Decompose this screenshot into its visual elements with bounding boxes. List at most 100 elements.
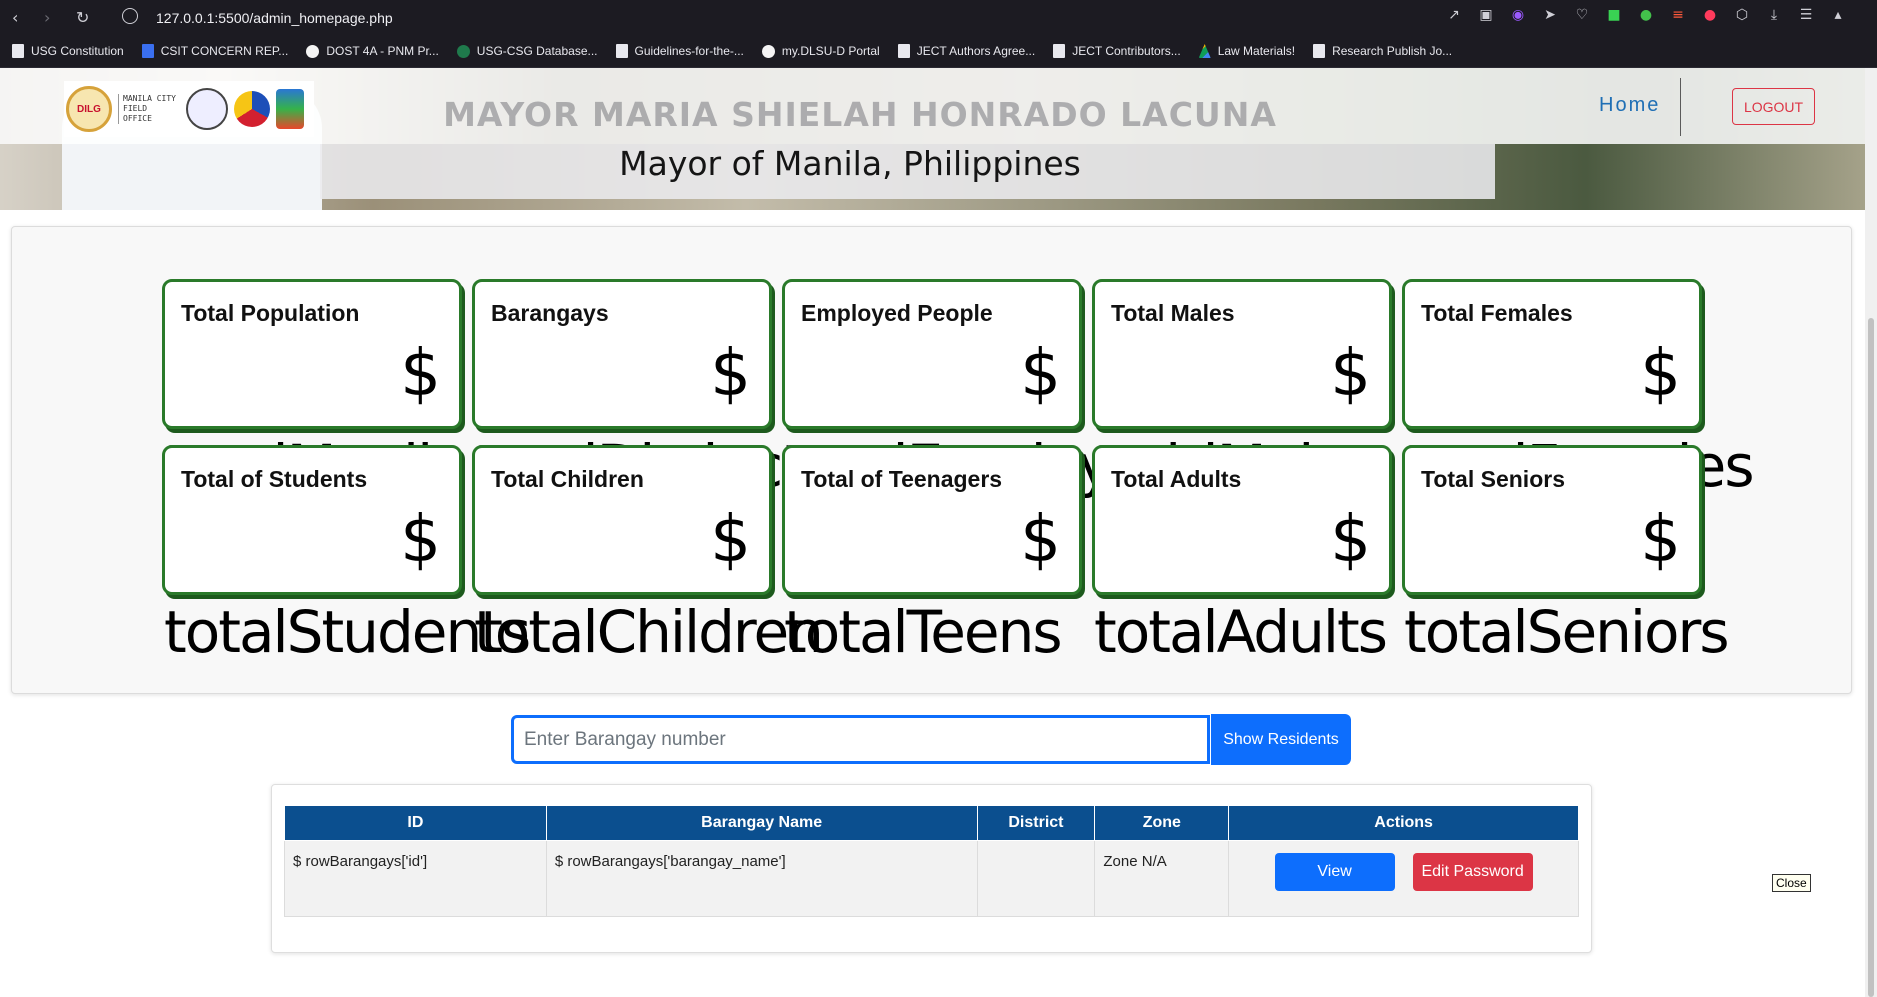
- google-icon: [306, 44, 320, 58]
- stat-card-title: Total Adults: [1111, 466, 1242, 492]
- bookmark-ject-contributors[interactable]: JECT Contributors...: [1053, 44, 1181, 58]
- bookmark-dlsu-portal[interactable]: my.DLSU-D Portal: [761, 44, 880, 58]
- account-icon[interactable]: ▴: [1829, 7, 1847, 23]
- portal-icon: [761, 44, 775, 58]
- cell-district: [976, 840, 1096, 917]
- stat-card-title: Barangays: [491, 300, 609, 326]
- stat-card-total-students: Total of Students $: [162, 445, 462, 595]
- stat-card-title: Employed People: [801, 300, 993, 326]
- stat-card-total-children: Total Children $: [472, 445, 772, 595]
- stat-card-total-males: Total Males $: [1092, 279, 1392, 429]
- scrollbar-thumb[interactable]: [1868, 318, 1874, 997]
- forward-icon[interactable]: ›: [44, 8, 50, 27]
- screenshot-icon[interactable]: ▣: [1477, 7, 1495, 23]
- cube-icon[interactable]: ⬡: [1733, 7, 1751, 23]
- stat-card-value: $: [1330, 337, 1371, 411]
- stat-card-title: Total Population: [181, 300, 360, 326]
- close-tooltip[interactable]: Close: [1772, 874, 1811, 892]
- shield-icon[interactable]: ◉: [1509, 7, 1527, 23]
- manila-seal-logo: [186, 88, 228, 130]
- table-header-row: ID Barangay Name District Zone Actions: [284, 805, 1579, 841]
- stat-card-title: Total Seniors: [1421, 466, 1565, 492]
- barangay-table: ID Barangay Name District Zone Actions $…: [284, 805, 1579, 917]
- browser-toolbar: ‹ › ↻ 127.0.0.1:5500/admin_homepage.php …: [0, 0, 1877, 35]
- document-icon: [12, 44, 24, 58]
- dilg-logo: DILG: [66, 86, 112, 132]
- form-icon: [141, 44, 154, 58]
- stat-var-total-teens: totalTeens: [784, 598, 1063, 666]
- record-icon[interactable]: ●: [1701, 7, 1719, 23]
- extension-icon[interactable]: ●: [1637, 7, 1655, 23]
- document-icon: [615, 44, 628, 58]
- column-header-district: District: [976, 805, 1096, 841]
- heart-icon[interactable]: ♡: [1573, 7, 1591, 23]
- navbar-divider: [1680, 78, 1681, 136]
- reload-icon[interactable]: ↻: [76, 8, 89, 27]
- stat-card-value: $: [1640, 503, 1681, 577]
- stat-card-total-population: Total Population $: [162, 279, 462, 429]
- bookmark-research-publish[interactable]: Research Publish Jo...: [1313, 44, 1452, 58]
- bookmarks-bar: USG Constitution CSIT CONCERN REP... DOS…: [0, 35, 1877, 68]
- logout-button[interactable]: LOGOUT: [1732, 88, 1815, 125]
- stat-card-title: Total Males: [1111, 300, 1235, 326]
- stat-card-title: Total of Students: [181, 466, 368, 492]
- barangay-search-input[interactable]: [511, 715, 1210, 764]
- stat-card-total-teenagers: Total of Teenagers $: [782, 445, 1082, 595]
- cell-actions: View Edit Password: [1228, 840, 1579, 917]
- stat-card-total-females: Total Females $: [1402, 279, 1702, 429]
- column-header-id: ID: [284, 805, 547, 841]
- site-info-icon[interactable]: [122, 8, 138, 24]
- download-icon[interactable]: ⤓: [1765, 7, 1783, 23]
- send-icon[interactable]: ➤: [1541, 7, 1559, 23]
- bookmark-csit-concern[interactable]: CSIT CONCERN REP...: [141, 44, 288, 58]
- bookmark-dost[interactable]: DOST 4A - PNM Pr...: [306, 44, 439, 58]
- address-bar[interactable]: 127.0.0.1:5500/admin_homepage.php: [156, 10, 393, 26]
- stat-card-total-seniors: Total Seniors $: [1402, 445, 1702, 595]
- document-icon: [1313, 44, 1326, 58]
- wifi-icon[interactable]: ≡: [1669, 7, 1687, 23]
- toolbar-icons: ↗ ▣ ◉ ➤ ♡ ■ ● ≡ ● ⬡ ⤓ ☰ ▴: [1445, 7, 1847, 23]
- stat-card-title: Total of Teenagers: [801, 466, 1003, 492]
- stat-card-employed-people: Employed People $: [782, 279, 1082, 429]
- banner-subtitle: Mayor of Manila, Philippines: [619, 144, 1081, 183]
- bookmark-usg-constitution[interactable]: USG Constitution: [12, 44, 124, 58]
- pen-icon[interactable]: ■: [1605, 7, 1623, 23]
- lgrc-logo: [276, 89, 304, 129]
- stat-card-title: Total Children: [491, 466, 644, 492]
- edit-password-button[interactable]: Edit Password: [1412, 853, 1533, 891]
- stat-card-barangays: Barangays $: [472, 279, 772, 429]
- bookmark-ject-authors[interactable]: JECT Authors Agree...: [897, 44, 1035, 58]
- bookmark-usg-csg-database[interactable]: USG-CSG Database...: [456, 44, 598, 58]
- menu-icon[interactable]: ☰: [1797, 7, 1815, 23]
- stat-card-value: $: [1020, 337, 1061, 411]
- bookmark-guidelines[interactable]: Guidelines-for-the-...: [615, 44, 744, 58]
- stat-card-title: Total Females: [1421, 300, 1573, 326]
- document-icon: [1053, 44, 1066, 58]
- stat-card-value: $: [1330, 503, 1371, 577]
- stat-var-total-children: totalChildren: [474, 598, 824, 666]
- view-button[interactable]: View: [1274, 853, 1395, 891]
- stat-card-value: $: [1640, 337, 1681, 411]
- logo-group: DILG MANILA CITY FIELD OFFICE: [64, 81, 314, 137]
- show-residents-button[interactable]: Show Residents: [1211, 714, 1351, 765]
- back-icon[interactable]: ‹: [12, 8, 18, 27]
- stat-card-value: $: [400, 503, 441, 577]
- page-scrollbar[interactable]: [1865, 68, 1877, 997]
- cell-zone: Zone N/A: [1094, 840, 1230, 917]
- column-header-barangay-name: Barangay Name: [545, 805, 978, 841]
- cell-barangay-name: $ rowBarangays['barangay_name']: [545, 840, 978, 917]
- drive-icon: [1198, 44, 1211, 58]
- stat-var-total-adults: totalAdults: [1094, 598, 1388, 666]
- sheets-icon: [456, 44, 470, 58]
- column-header-actions: Actions: [1228, 805, 1579, 841]
- column-header-zone: Zone: [1094, 805, 1230, 841]
- share-icon[interactable]: ↗: [1445, 7, 1463, 23]
- stat-var-total-seniors: totalSeniors: [1404, 598, 1730, 666]
- banner-title: MAYOR MARIA SHIELAH HONRADO LACUNA: [443, 95, 1277, 134]
- stat-card-value: $: [710, 503, 751, 577]
- stat-card-total-adults: Total Adults $: [1092, 445, 1392, 595]
- table-row: $ rowBarangays['id'] $ rowBarangays['bar…: [284, 840, 1579, 917]
- nav-home-link[interactable]: Home: [1599, 94, 1660, 117]
- stats-panel: Total Population $ Barangays $ Employed …: [11, 226, 1852, 694]
- bookmark-law-materials[interactable]: Law Materials!: [1198, 44, 1295, 58]
